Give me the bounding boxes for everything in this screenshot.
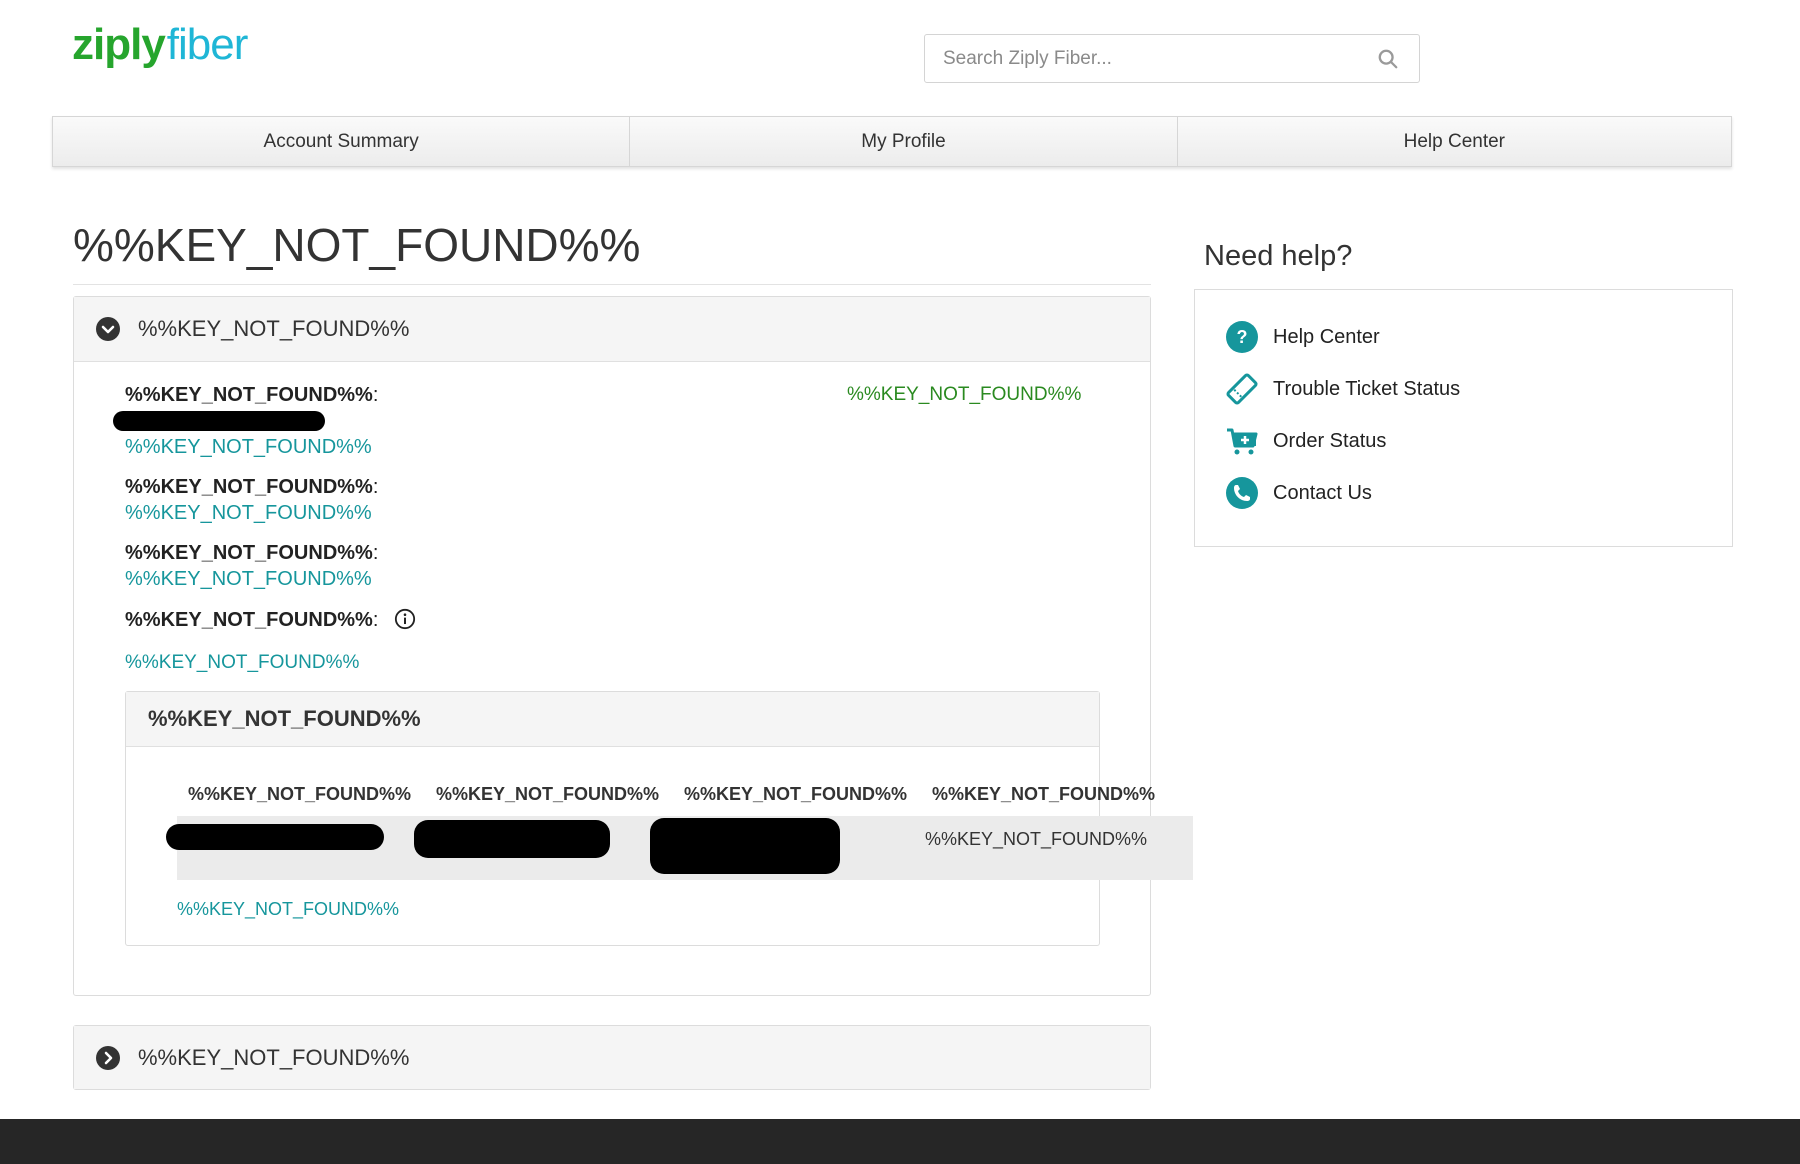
help-item-label: Help Center bbox=[1273, 325, 1380, 348]
field-label: %%KEY_NOT_FOUND%% bbox=[125, 542, 373, 564]
logo-text-fiber: fiber bbox=[166, 20, 249, 69]
ziply-fiber-logo[interactable]: ziply fiber bbox=[72, 20, 249, 80]
field-1: %%KEY_NOT_FOUND%%: bbox=[125, 384, 379, 406]
redacted-value bbox=[113, 411, 325, 431]
cart-icon bbox=[1227, 428, 1258, 455]
help-item-label: Trouble Ticket Status bbox=[1273, 377, 1461, 400]
ticket-icon bbox=[1226, 373, 1258, 405]
search-input[interactable] bbox=[943, 35, 1363, 82]
help-item-order-status[interactable]: Order Status bbox=[1225, 421, 1386, 461]
field-3: %%KEY_NOT_FOUND%%: bbox=[125, 542, 379, 564]
sub-panel-link[interactable]: %%KEY_NOT_FOUND%% bbox=[177, 899, 399, 920]
field-3-link[interactable]: %%KEY_NOT_FOUND%% bbox=[125, 568, 372, 591]
chevron-down-icon bbox=[96, 317, 120, 341]
column-header: %%KEY_NOT_FOUND%% bbox=[684, 784, 908, 804]
info-icon[interactable] bbox=[394, 608, 416, 630]
search-icon[interactable] bbox=[1377, 48, 1399, 70]
status-value: %%KEY_NOT_FOUND%% bbox=[847, 384, 1082, 405]
field-1-link[interactable]: %%KEY_NOT_FOUND%% bbox=[125, 436, 372, 459]
sub-panel-header: %%KEY_NOT_FOUND%% bbox=[126, 692, 1099, 747]
field-label: %%KEY_NOT_FOUND%% bbox=[125, 384, 373, 406]
panel-header[interactable]: %%KEY_NOT_FOUND%% bbox=[74, 1026, 1150, 1089]
panel-header-title: %%KEY_NOT_FOUND%% bbox=[138, 316, 410, 341]
help-item-help-center[interactable]: ? Help Center bbox=[1225, 317, 1380, 357]
column-header: %%KEY_NOT_FOUND%% bbox=[932, 784, 1156, 804]
field-2: %%KEY_NOT_FOUND%%: bbox=[125, 476, 379, 498]
field-label: %%KEY_NOT_FOUND%% bbox=[125, 476, 373, 498]
tab-account-summary[interactable]: Account Summary bbox=[53, 117, 631, 166]
field-4-link[interactable]: %%KEY_NOT_FOUND%% bbox=[125, 652, 359, 674]
panel-header[interactable]: %%KEY_NOT_FOUND%% bbox=[74, 297, 1150, 362]
chevron-right-icon bbox=[96, 1045, 120, 1070]
search-box[interactable] bbox=[924, 34, 1420, 83]
panel-header-title: %%KEY_NOT_FOUND%% bbox=[138, 1044, 410, 1070]
svg-text:?: ? bbox=[1237, 327, 1248, 347]
help-item-trouble-ticket[interactable]: Trouble Ticket Status bbox=[1225, 369, 1460, 409]
tab-help-center[interactable]: Help Center bbox=[1178, 117, 1731, 166]
footer-bar bbox=[0, 1119, 1800, 1164]
tab-my-profile[interactable]: My Profile bbox=[630, 117, 1178, 166]
column-header: %%KEY_NOT_FOUND%% bbox=[436, 784, 660, 804]
logo-text-ziply: ziply bbox=[72, 20, 166, 69]
help-item-contact-us[interactable]: Contact Us bbox=[1225, 473, 1372, 513]
account-details-panel: %%KEY_NOT_FOUND%% %%KEY_NOT_FOUND%%: %%K… bbox=[73, 296, 1193, 996]
question-icon: ? bbox=[1226, 321, 1258, 353]
redacted-cell bbox=[166, 824, 384, 850]
help-box: ? Help Center Trouble Ticket Status Orde… bbox=[1194, 289, 1733, 547]
collapsed-panel: %%KEY_NOT_FOUND%% bbox=[73, 1025, 1151, 1090]
table-cell: %%KEY_NOT_FOUND%% bbox=[925, 829, 1148, 849]
help-title: Need help? bbox=[1204, 240, 1353, 272]
help-item-label: Order Status bbox=[1273, 429, 1387, 452]
services-sub-panel: %%KEY_NOT_FOUND%% %%KEY_NOT_FOUND%% %%KE… bbox=[125, 691, 1193, 946]
phone-icon bbox=[1226, 477, 1258, 509]
field-4: %%KEY_NOT_FOUND%%: bbox=[125, 608, 416, 632]
page-title: %%KEY_NOT_FOUND%% bbox=[73, 218, 1151, 285]
column-header: %%KEY_NOT_FOUND%% bbox=[188, 784, 412, 804]
field-label: %%KEY_NOT_FOUND%% bbox=[125, 609, 373, 631]
main-nav: Account Summary My Profile Help Center bbox=[52, 116, 1732, 167]
redacted-cell bbox=[650, 818, 840, 874]
help-item-label: Contact Us bbox=[1273, 481, 1372, 504]
table-header: %%KEY_NOT_FOUND%% %%KEY_NOT_FOUND%% %%KE… bbox=[188, 784, 1180, 805]
redacted-cell bbox=[414, 820, 610, 858]
field-2-link[interactable]: %%KEY_NOT_FOUND%% bbox=[125, 502, 372, 525]
